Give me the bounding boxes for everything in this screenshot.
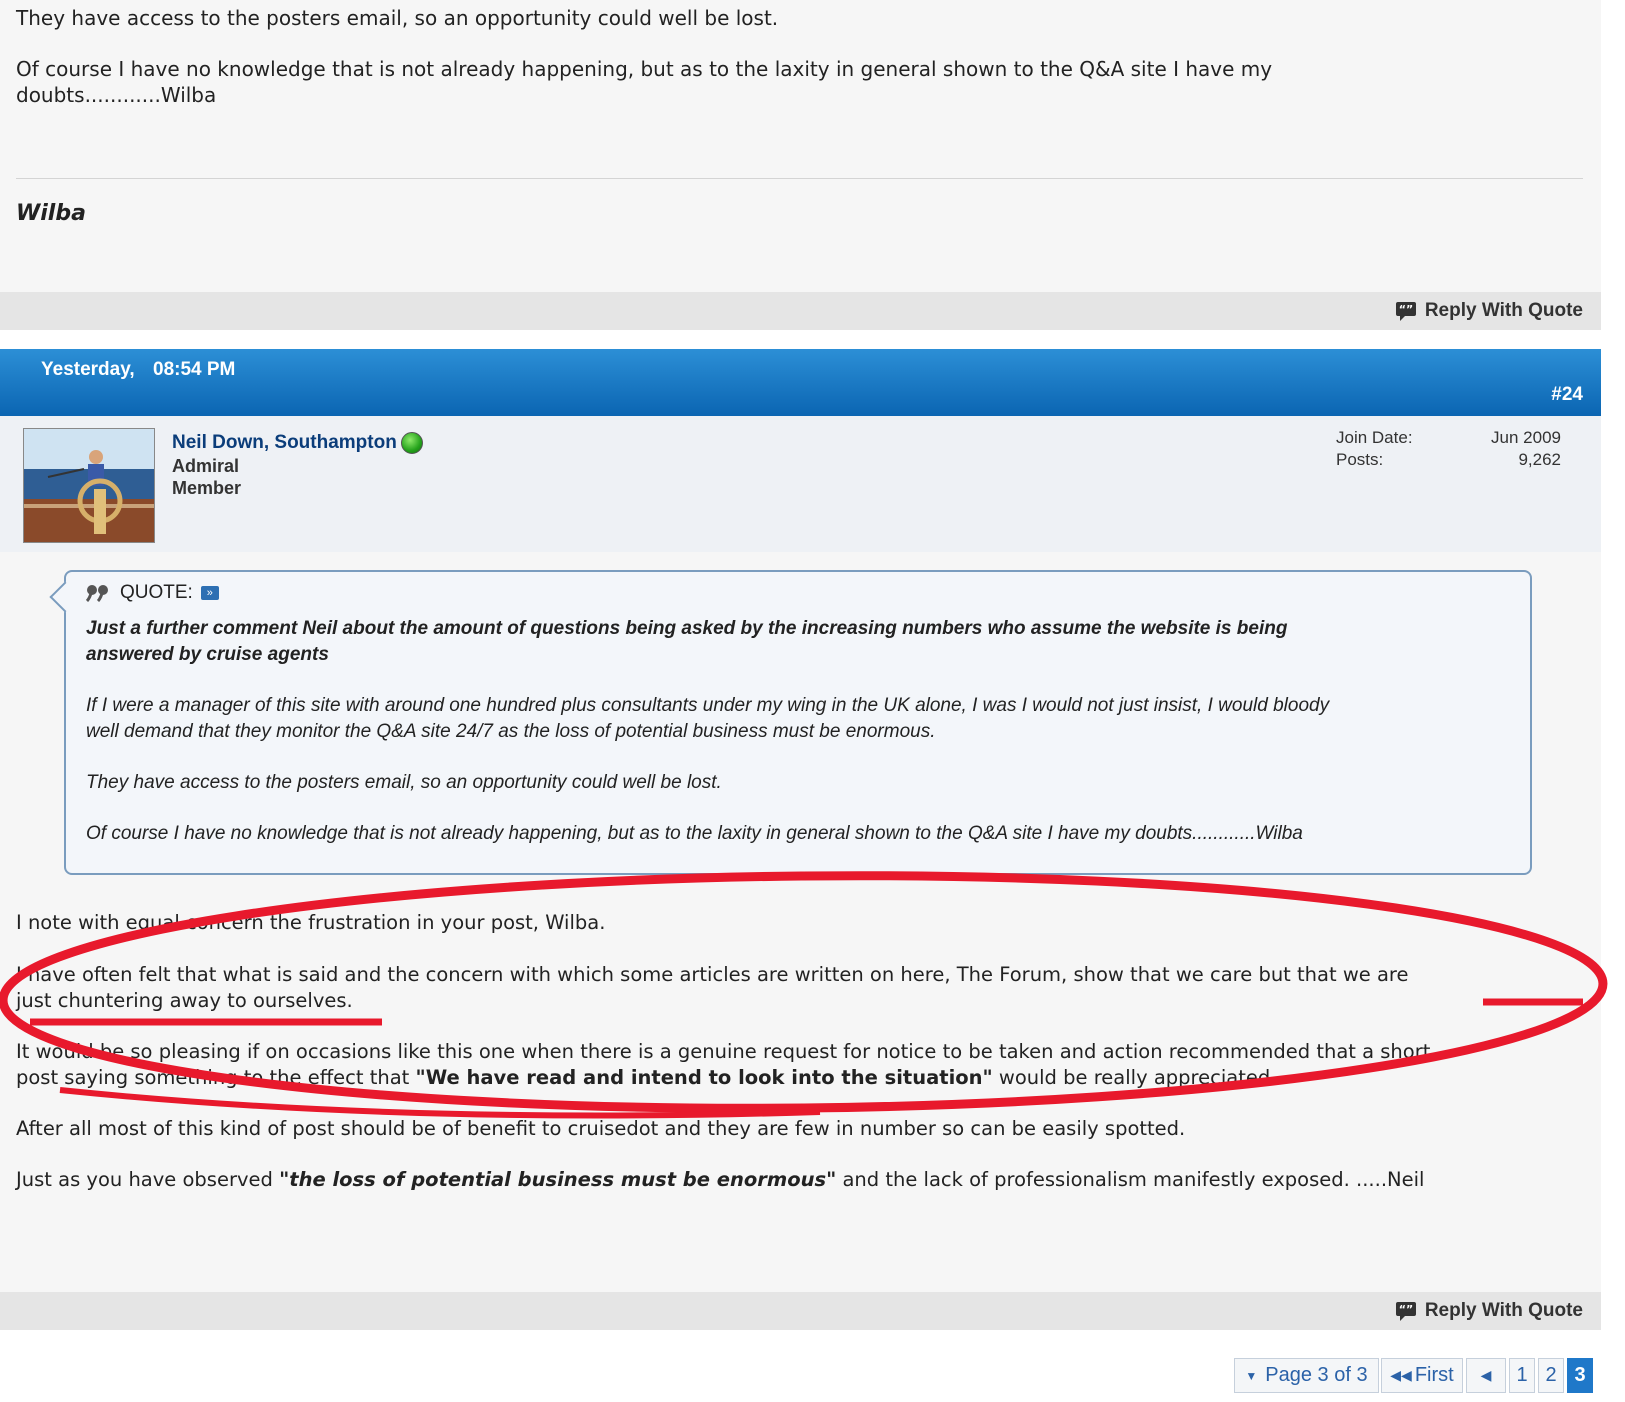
join-date-label: Join Date: (1336, 428, 1413, 447)
post-footer: “” Reply With Quote (0, 292, 1601, 330)
double-chevron-left-icon: ◀◀ (1390, 1367, 1412, 1383)
post-paragraph: It would be so pleasing if on occasions … (16, 1040, 1431, 1063)
join-date-value: Jun 2009 (1491, 428, 1561, 447)
quote-line: well demand that they monitor the Q&A si… (86, 721, 936, 742)
post-paragraph: I have often felt that what is said and … (16, 963, 1409, 986)
bold-quote: "We have read and intend to look into th… (415, 1066, 993, 1089)
post-paragraph: Of course I have no knowledge that is no… (16, 57, 1273, 81)
text-run: Just as you have observed (16, 1168, 280, 1191)
post-paragraph: post saying something to the effect that… (16, 1065, 1586, 1091)
chevron-left-icon: ◀ (1480, 1367, 1492, 1383)
quote-icon (86, 585, 108, 602)
quote-label: QUOTE: (120, 582, 193, 603)
username: Neil Down, Southampton (172, 432, 397, 453)
chevron-down-icon: ▼ (1245, 1368, 1258, 1383)
post-paragraph: After all most of this kind of post shou… (16, 1117, 1186, 1140)
prev-page-button[interactable]: ◀ (1466, 1358, 1506, 1393)
post-number-link[interactable]: #24 (1551, 384, 1583, 406)
avatar[interactable] (23, 428, 155, 543)
reply-quote-icon: “” (1395, 302, 1416, 321)
text-run: post saying something to the effect that (16, 1066, 416, 1089)
reply-with-quote-label: Reply With Quote (1424, 300, 1583, 321)
post-body: QUOTE: » Just a further comment Neil abo… (0, 552, 1601, 1292)
view-post-icon[interactable]: » (200, 586, 219, 600)
first-label: First (1414, 1364, 1454, 1386)
quote-block: QUOTE: » Just a further comment Neil abo… (49, 570, 1532, 875)
reply-with-quote-button[interactable]: “” Reply With Quote (1395, 300, 1583, 322)
quote-tail (49, 581, 81, 613)
text-run: and the lack of professionalism manifest… (836, 1168, 1425, 1191)
text-run: would be really appreciated. (992, 1066, 1277, 1089)
quote-line: If I were a manager of this site with ar… (86, 695, 1330, 716)
svg-text:“”: “” (1399, 1303, 1413, 1316)
post-header: Yesterday, 08:54 PM #24 (0, 349, 1601, 416)
svg-text:“”: “” (1399, 303, 1413, 316)
page-jump-dropdown[interactable]: ▼ Page 3 of 3 (1234, 1358, 1379, 1393)
page-current-3[interactable]: 3 (1567, 1358, 1593, 1393)
quote-line: They have access to the posters email, s… (86, 772, 722, 793)
reply-with-quote-label: Reply With Quote (1424, 1300, 1583, 1321)
posts-count: 9,262 (1518, 450, 1561, 469)
quote-header: QUOTE: » (86, 582, 219, 604)
signature-divider (16, 178, 1583, 179)
post-paragraph: doubts............Wilba (16, 83, 217, 107)
quote-line: answered by cruise agents (86, 644, 329, 665)
posts-label: Posts: (1336, 450, 1384, 469)
bold-quote: "the loss of potential business must be … (279, 1168, 837, 1191)
post-time: 08:54 PM (153, 359, 236, 380)
post-footer: “” Reply With Quote (0, 1292, 1601, 1330)
page-link-1[interactable]: 1 (1509, 1358, 1535, 1393)
reply-quote-icon: “” (1395, 1302, 1416, 1321)
post-date: Yesterday, (41, 359, 135, 380)
quote-line: Just a further comment Neil about the am… (86, 618, 1288, 639)
post-paragraph: I note with equal concern the frustratio… (16, 911, 606, 934)
quote-line: Of course I have no knowledge that is no… (86, 823, 1303, 844)
previous-post: They have access to the posters email, s… (0, 0, 1601, 292)
page-link-2[interactable]: 2 (1538, 1358, 1564, 1393)
user-rank: Admiral (172, 456, 240, 476)
post-paragraph: just chuntering away to ourselves. (16, 989, 353, 1012)
username-link[interactable]: Neil Down, Southampton (172, 432, 423, 454)
reply-with-quote-button[interactable]: “” Reply With Quote (1395, 1300, 1583, 1322)
user-group: Member (172, 478, 242, 498)
online-status-icon (400, 432, 423, 454)
post-paragraph: Just as you have observed "the loss of p… (16, 1167, 1586, 1193)
post-paragraph: They have access to the posters email, s… (16, 6, 779, 30)
signature: Wilba (16, 201, 86, 226)
user-info: Neil Down, Southampton Admiral Member Jo… (0, 416, 1601, 552)
page-label: Page 3 of 3 (1265, 1364, 1368, 1386)
first-page-button[interactable]: ◀◀ First (1381, 1358, 1463, 1393)
